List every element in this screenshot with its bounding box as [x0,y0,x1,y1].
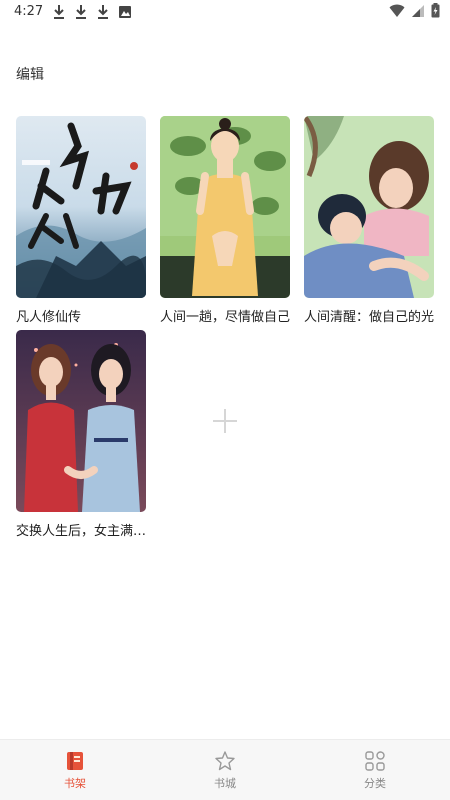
book-item[interactable]: 人间清醒：做自己的光 [304,116,436,325]
nav-bookshelf[interactable]: 书架 [19,750,131,791]
status-time: 4:27 [14,4,44,19]
book-item[interactable]: 凡人修仙传 [16,116,148,325]
bottom-navigation: 书架 书城 分类 [0,739,450,800]
book-title: 人间清醒：做自己的光 [304,310,435,325]
nav-category[interactable]: 分类 [319,750,431,791]
image-icon [119,6,131,18]
bookshelf-icon [67,751,83,770]
system-icons [389,3,440,18]
bookstore-icon [215,750,235,770]
download-icon [54,5,64,19]
notification-icons [52,4,132,20]
edit-button[interactable]: 编辑 [16,64,44,84]
wifi-icon [389,4,405,17]
book-cover-girl [160,116,290,298]
signal-icon [412,4,424,17]
category-icon [365,750,385,771]
battery-icon [431,3,440,18]
download-icon [76,5,86,19]
download-icon [98,5,108,19]
nav-label: 分类 [364,776,386,790]
book-item[interactable]: 交换人生后，女主满级归来 [16,330,148,539]
app-screen: 4:27 编辑 凡人修仙传 人间一趟，尽情做自己 人间清醒：做自己的光 交换人生… [0,0,450,800]
nav-bookstore[interactable]: 书城 [169,750,281,791]
book-cover[interactable] [16,116,146,298]
book-cover-couple [304,116,434,298]
book-cover[interactable] [304,116,434,298]
book-cover-fantasy [16,116,146,298]
status-bar: 4:27 [0,0,450,26]
book-cover[interactable] [16,330,146,512]
book-title: 凡人修仙传 [16,310,82,325]
book-cover[interactable] [160,116,290,298]
book-title: 人间一趟，尽情做自己 [160,310,291,325]
add-book-button[interactable] [160,330,290,512]
book-title: 交换人生后，女主满级归来 [16,524,148,539]
book-cover-two-women [16,330,146,512]
book-item[interactable]: 人间一趟，尽情做自己 [160,116,292,325]
plus-icon [213,409,237,433]
nav-label: 书架 [64,776,86,790]
nav-label: 书城 [214,776,236,790]
